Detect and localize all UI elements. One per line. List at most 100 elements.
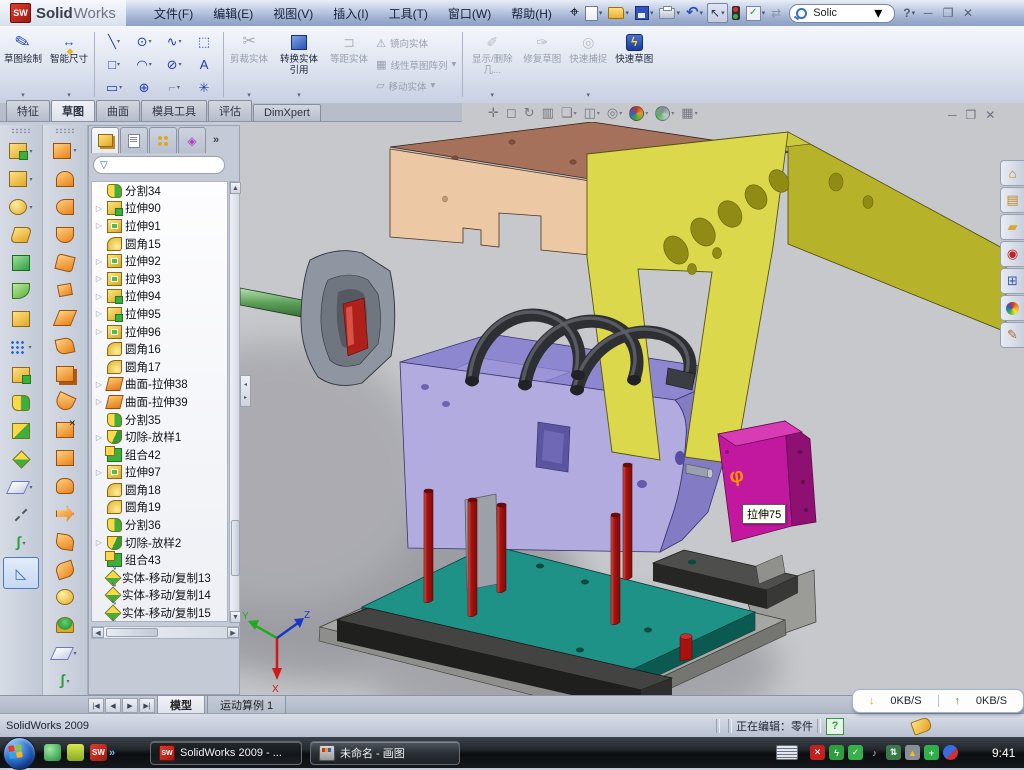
- expand-arrow-icon[interactable]: ▷: [94, 204, 104, 213]
- print-icon[interactable]: ▾: [657, 6, 682, 21]
- fillet-icon[interactable]: ▾: [0, 193, 42, 221]
- help-button[interactable]: ?▾: [901, 4, 917, 22]
- swept-surface-icon[interactable]: [43, 193, 87, 221]
- rotate-view-icon[interactable]: ↻: [524, 105, 535, 121]
- sketch-entity-icon[interactable]: ⌐▾: [159, 80, 189, 95]
- expand-arrow-icon[interactable]: ▷: [94, 257, 104, 266]
- hide-show-items-icon[interactable]: ◎▾: [607, 105, 622, 121]
- extruded-cut-icon[interactable]: ▾: [0, 165, 42, 193]
- display-style-icon[interactable]: ◫▾: [584, 105, 600, 121]
- design-library-icon[interactable]: ▤: [1000, 187, 1024, 213]
- search-input[interactable]: [811, 6, 870, 20]
- menu-item-4[interactable]: 工具(T): [379, 1, 438, 26]
- search-box[interactable]: ▾: [789, 4, 895, 23]
- cm-button-等距实体[interactable]: ⊐等距实体: [326, 26, 372, 103]
- tree-item[interactable]: ▷切除-放样1: [92, 428, 227, 446]
- boundary-surface-icon[interactable]: [43, 249, 87, 277]
- curve-icon[interactable]: ∫▾: [0, 529, 42, 557]
- select-cursor-icon[interactable]: ↖▾: [707, 3, 728, 23]
- menu-item-2[interactable]: 视图(V): [263, 1, 323, 26]
- menu-item-3[interactable]: 插入(I): [323, 1, 378, 26]
- appearances-ball-icon[interactable]: [1000, 295, 1024, 321]
- cm-button-移动实体[interactable]: ▱移动实体▾: [376, 79, 456, 93]
- cm-button-镜向实体[interactable]: ⚠镜向实体: [376, 36, 456, 50]
- volume-icon[interactable]: ♪: [867, 745, 882, 760]
- expand-arrow-icon[interactable]: ▷: [94, 274, 104, 283]
- messenger-ball-icon[interactable]: [943, 745, 958, 760]
- cm-button-快速捕捉[interactable]: ◎快速捕捉▾: [565, 26, 611, 103]
- vscroll-thumb[interactable]: [231, 520, 240, 576]
- expand-arrow-icon[interactable]: ▷: [94, 468, 104, 477]
- axis-icon[interactable]: [0, 501, 42, 529]
- antivirus-shield-icon[interactable]: ✕: [810, 745, 825, 760]
- reference-geometry-icon[interactable]: ▾: [43, 639, 87, 667]
- tab-特征[interactable]: 特征: [6, 100, 50, 121]
- tree-item[interactable]: 分割36: [92, 516, 227, 534]
- tree-item[interactable]: ▷曲面-拉伸38: [92, 376, 227, 394]
- expand-arrow-icon[interactable]: ▷: [94, 433, 104, 442]
- tree-item[interactable]: 圆角18: [92, 481, 227, 499]
- cm-button-草图绘制[interactable]: ✎草图绘制▾: [0, 26, 46, 103]
- more-tabs-chevron[interactable]: »: [207, 127, 225, 152]
- camera-icon[interactable]: ▦▾: [681, 105, 697, 121]
- cm-button-智能尺寸[interactable]: ↔智能尺寸▾: [46, 26, 92, 103]
- pin-icon[interactable]: ⌖: [568, 2, 581, 24]
- expand-arrow-icon[interactable]: ▷: [94, 309, 104, 318]
- doc-restore-button[interactable]: ❐: [966, 108, 977, 122]
- scene-ball-icon[interactable]: ▾: [655, 106, 674, 121]
- flex-icon[interactable]: [43, 528, 87, 556]
- instant3d-icon[interactable]: ◺: [3, 557, 39, 589]
- expand-arrow-icon[interactable]: ▷: [94, 221, 104, 230]
- lofted-surface-icon[interactable]: [43, 221, 87, 249]
- expand-arrow-icon[interactable]: ▷: [94, 538, 104, 547]
- sketch-entity-icon[interactable]: ⊘▾: [159, 57, 189, 73]
- restore-button[interactable]: ❐: [939, 6, 957, 20]
- tree-item[interactable]: 组合42: [92, 446, 227, 464]
- sketch-entity-icon[interactable]: ⊕: [129, 80, 159, 96]
- revolved-surface-icon[interactable]: [43, 165, 87, 193]
- file-explorer-icon[interactable]: ▰: [1000, 214, 1024, 240]
- solidworks-icon[interactable]: SW: [90, 744, 107, 761]
- shell-icon[interactable]: [0, 249, 42, 277]
- tab-模具工具[interactable]: 模具工具: [141, 100, 207, 121]
- hscroll-thumb[interactable]: [106, 628, 158, 637]
- offset-surface-icon[interactable]: [43, 332, 87, 360]
- pattern-icon[interactable]: ▾: [0, 333, 42, 361]
- model-tab-运动算例 1[interactable]: 运动算例 1: [207, 695, 286, 714]
- cm-button-转换实体引用[interactable]: 转换实体引用▾: [272, 26, 326, 103]
- minimize-button[interactable]: ─: [919, 6, 937, 20]
- expand-arrow-icon[interactable]: ▷: [94, 397, 104, 406]
- cm-button-显示/删除几...[interactable]: ✐显示/删除几...▾: [465, 26, 519, 103]
- tree-item[interactable]: ▷切除-放样2: [92, 534, 227, 552]
- security-icon[interactable]: [67, 744, 84, 761]
- freeform-icon[interactable]: [43, 556, 87, 584]
- cm-button-快速草图[interactable]: ϟ快速草图: [611, 26, 657, 103]
- menu-item-5[interactable]: 窗口(W): [438, 1, 501, 26]
- expand-arrow-icon[interactable]: ▷: [94, 380, 104, 389]
- tab-nav-last[interactable]: ▶|: [139, 698, 155, 713]
- tab-nav-prev[interactable]: ◀: [105, 698, 121, 713]
- mirror-icon[interactable]: [0, 361, 42, 389]
- tree-hscrollbar[interactable]: ◀ ▶: [91, 626, 240, 639]
- options-checklist-icon[interactable]: ✓▾: [744, 4, 768, 23]
- expand-arrow-icon[interactable]: ▷: [94, 327, 104, 336]
- doc-minimize-button[interactable]: ─: [948, 108, 957, 122]
- menu-item-6[interactable]: 帮助(H): [501, 1, 562, 26]
- protection-plus-icon[interactable]: +: [924, 745, 939, 760]
- sketch-entity-icon[interactable]: ⊙▾: [129, 34, 159, 50]
- extruded-surface-icon[interactable]: ▾: [43, 137, 87, 165]
- tab-曲面[interactable]: 曲面: [96, 100, 140, 121]
- zoom-fit-icon[interactable]: ✛: [488, 105, 499, 121]
- status-help-icon[interactable]: ?: [826, 718, 844, 735]
- scroll-left-button[interactable]: ◀: [92, 627, 104, 638]
- scroll-down-button[interactable]: ▼: [230, 611, 241, 623]
- planar-surface-icon[interactable]: [43, 304, 87, 332]
- keyboard-icon[interactable]: [776, 745, 798, 760]
- tab-nav-next[interactable]: ▶: [122, 698, 138, 713]
- new-document-icon[interactable]: ▾: [583, 4, 605, 23]
- tree-item[interactable]: 分割34: [92, 182, 227, 200]
- model-exploded-view[interactable]: φ: [240, 122, 1024, 695]
- cm-button-剪裁实体[interactable]: ✂剪裁实体▾: [226, 26, 272, 103]
- tree-item[interactable]: ▷拉伸97: [92, 464, 227, 482]
- update-badge-icon[interactable]: ✓: [848, 745, 863, 760]
